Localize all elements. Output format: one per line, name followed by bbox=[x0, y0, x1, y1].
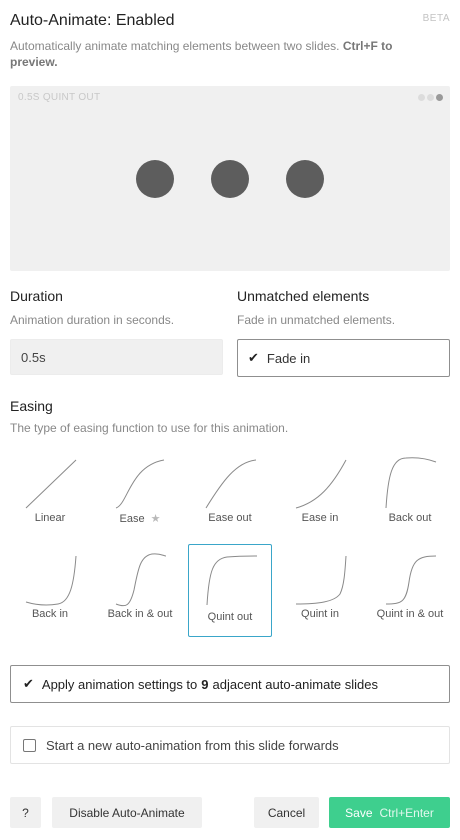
preview-step-dot bbox=[418, 94, 425, 101]
easing-option-label: Ease out bbox=[208, 512, 252, 524]
checkmark-icon: ✔ bbox=[248, 350, 259, 365]
preview-ball bbox=[136, 160, 174, 198]
easing-heading: Easing bbox=[10, 398, 53, 414]
cancel-button[interactable]: Cancel bbox=[254, 797, 319, 828]
easing-option-ease-out[interactable]: Ease out bbox=[188, 450, 272, 540]
easing-option-ease-in[interactable]: Ease in bbox=[278, 450, 362, 540]
checkbox-icon[interactable] bbox=[23, 738, 36, 752]
duration-heading: Duration bbox=[10, 288, 63, 304]
easing-option-label: Back in bbox=[31, 608, 69, 620]
easing-option-label: Linear bbox=[34, 512, 66, 524]
help-button[interactable]: ? bbox=[10, 797, 41, 828]
start-option-label: Start a new auto-animation from this sli… bbox=[46, 737, 339, 753]
unmatched-heading: Unmatched elements bbox=[237, 288, 370, 304]
easing-option-label: Quint in bbox=[301, 608, 339, 620]
preview-ball bbox=[286, 160, 324, 198]
easing-option-label: Ease bbox=[119, 513, 145, 525]
back-out-curve-icon bbox=[385, 457, 437, 509]
star-icon: ★ bbox=[150, 513, 161, 525]
easing-option-label: Quint in & out bbox=[376, 608, 444, 620]
easing-option-label-group: Ease ★ bbox=[98, 512, 182, 525]
easing-option-quint-in[interactable]: Quint in bbox=[278, 546, 362, 636]
easing-option-label: Back out bbox=[388, 512, 432, 524]
preview-step-dot-active bbox=[436, 94, 443, 101]
fade-in-label: Fade in bbox=[266, 350, 311, 366]
apply-prefix: Apply animation settings to bbox=[41, 676, 198, 692]
fade-in-toggle[interactable]: ✔ Fade in bbox=[237, 339, 450, 377]
dialog-title: Auto-Animate: Enabled bbox=[10, 12, 175, 29]
save-label: Save bbox=[345, 805, 373, 820]
easing-option-quint-in-out[interactable]: Quint in & out bbox=[368, 546, 452, 636]
duration-description: Animation duration in seconds. bbox=[10, 313, 175, 327]
easing-description: The type of easing function to use for t… bbox=[10, 421, 289, 435]
easing-option-back-out[interactable]: Back out bbox=[368, 450, 452, 540]
adjacent-slide-count: 9 bbox=[201, 676, 209, 692]
easing-option-back-in[interactable]: Back in bbox=[8, 546, 92, 636]
back-in-out-curve-icon bbox=[115, 553, 167, 607]
start-new-auto-animation-toggle[interactable]: Start a new auto-animation from this sli… bbox=[10, 726, 450, 764]
ease-curve-icon bbox=[115, 459, 165, 509]
preview-step-dot bbox=[427, 94, 434, 101]
easing-option-quint-out[interactable]: Quint out bbox=[188, 544, 272, 637]
easing-option-linear[interactable]: Linear bbox=[8, 450, 92, 540]
ease-in-curve-icon bbox=[295, 459, 347, 509]
preview-ball bbox=[211, 160, 249, 198]
preview-label: 0.5S QUINT OUT bbox=[18, 92, 101, 103]
linear-curve-icon bbox=[25, 459, 77, 509]
preview-step-indicator bbox=[418, 94, 443, 101]
save-shortcut: Ctrl+Enter bbox=[379, 805, 434, 820]
easing-option-label: Ease in bbox=[301, 512, 339, 524]
easing-option-ease[interactable]: Ease ★ bbox=[98, 450, 182, 540]
apply-suffix: adjacent auto-animate slides bbox=[212, 676, 379, 692]
duration-input[interactable]: 0.5s bbox=[10, 339, 223, 375]
checkmark-icon: ✔ bbox=[23, 676, 34, 691]
subtitle-text: Automatically animate matching elements … bbox=[10, 39, 340, 53]
quint-out-curve-icon bbox=[206, 555, 258, 606]
quint-in-out-curve-icon bbox=[385, 555, 437, 605]
back-in-curve-icon bbox=[25, 555, 77, 606]
animation-preview[interactable]: 0.5S QUINT OUT bbox=[10, 86, 450, 271]
disable-auto-animate-button[interactable]: Disable Auto-Animate bbox=[52, 797, 202, 828]
easing-option-back-in-out[interactable]: Back in & out bbox=[98, 546, 182, 636]
ease-out-curve-icon bbox=[205, 459, 257, 509]
dialog-subtitle: Automatically animate matching elements … bbox=[10, 38, 430, 70]
unmatched-description: Fade in unmatched elements. bbox=[237, 313, 396, 327]
easing-option-label: Quint out bbox=[207, 611, 253, 623]
easing-option-label: Back in & out bbox=[107, 608, 173, 620]
quint-in-curve-icon bbox=[295, 555, 347, 605]
beta-badge: BETA bbox=[422, 13, 450, 24]
save-button[interactable]: Save Ctrl+Enter bbox=[329, 797, 450, 828]
apply-adjacent-toggle[interactable]: ✔ Apply animation settings to 9 adjacent… bbox=[10, 665, 450, 703]
